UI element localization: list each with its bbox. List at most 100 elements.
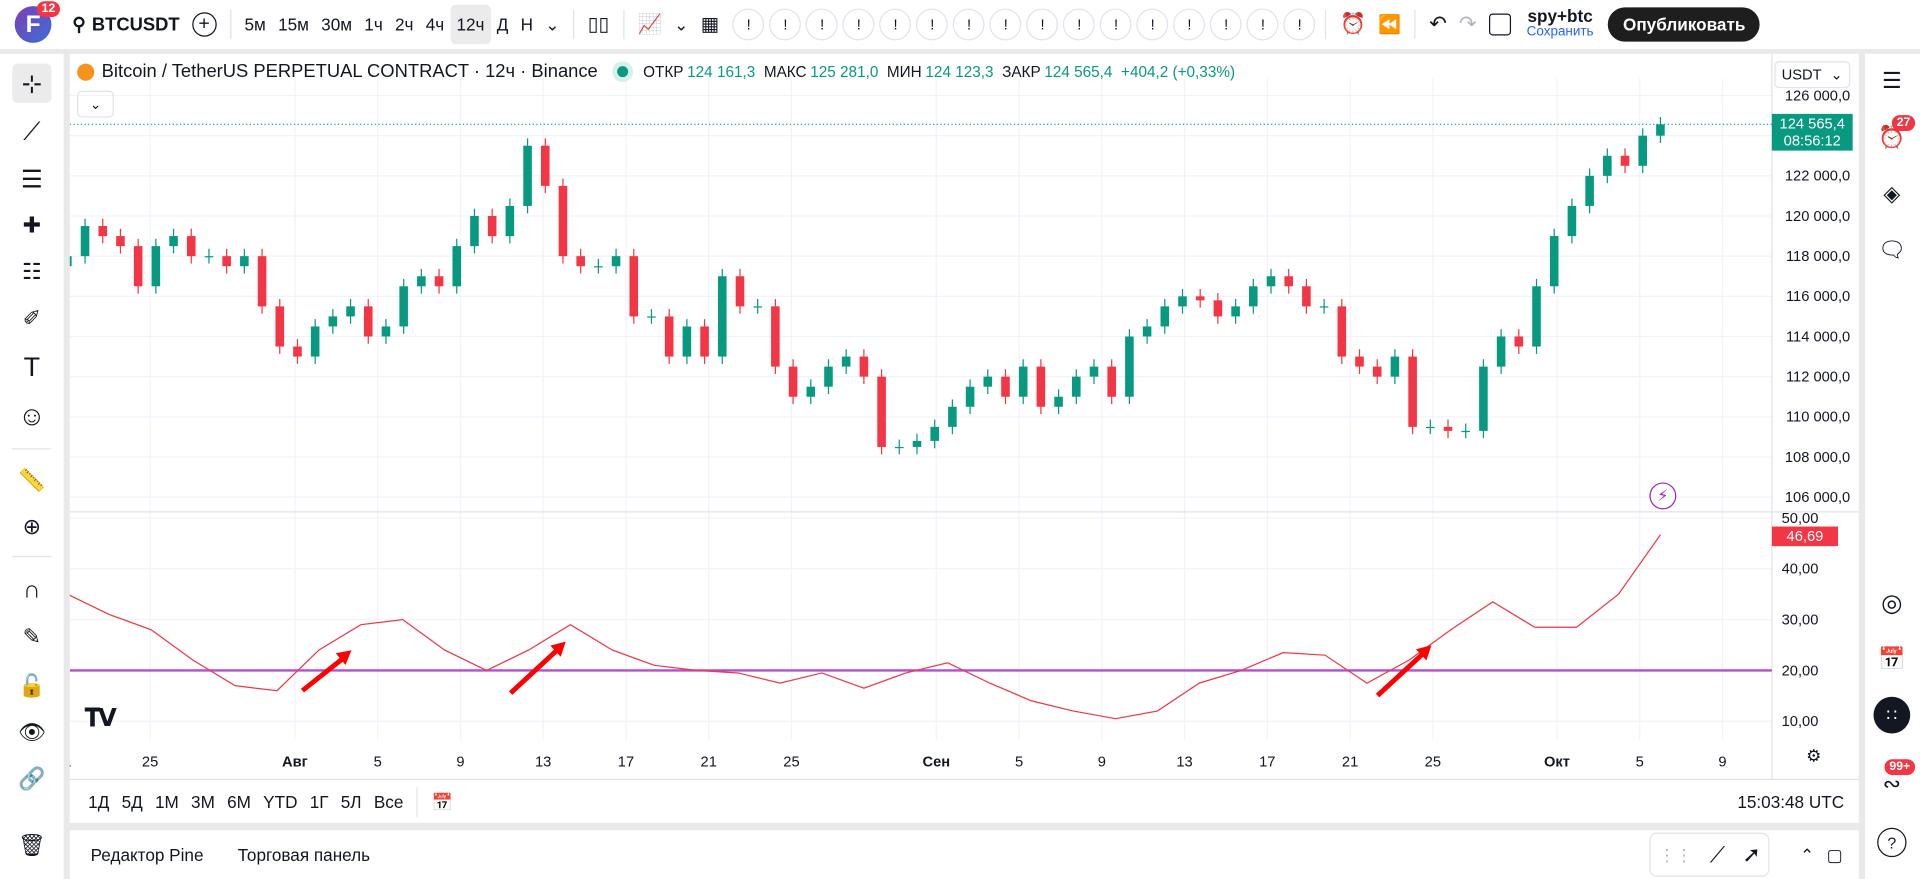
help-button[interactable]: ? bbox=[1872, 823, 1911, 862]
tab-trading-panel[interactable]: Торговая панель bbox=[232, 835, 377, 874]
chart-type-button[interactable]: ▯▯ bbox=[582, 5, 616, 44]
trendline-tool[interactable]: ⟋ bbox=[12, 113, 51, 152]
indicator-alert-icon[interactable]: ! bbox=[953, 8, 985, 41]
candle-body bbox=[98, 226, 108, 237]
x-axis-tick: 21 bbox=[1342, 755, 1358, 771]
indicator-alert-icon[interactable]: ! bbox=[842, 8, 875, 41]
save-link[interactable]: Сохранить bbox=[1527, 24, 1594, 40]
indicator-alert-icon[interactable]: ! bbox=[806, 8, 839, 41]
text-tool[interactable]: T bbox=[12, 348, 51, 387]
interval-7[interactable]: Д bbox=[491, 5, 515, 44]
indicator-alert-icon[interactable]: ! bbox=[1136, 8, 1169, 41]
news-button[interactable]: ∾ 99+ bbox=[1872, 759, 1916, 803]
indicator-alert-icon[interactable]: ! bbox=[1247, 8, 1279, 41]
range-2[interactable]: 1М bbox=[149, 782, 185, 821]
tradingview-logo[interactable]: 𝐓𝗩 bbox=[84, 703, 116, 734]
symbol-search[interactable]: ⚲ BTCUSDT bbox=[66, 5, 186, 44]
range-0[interactable]: 1Д bbox=[82, 782, 115, 821]
magnet-tool[interactable]: ∩ bbox=[12, 571, 51, 610]
interval-8[interactable]: Н bbox=[514, 5, 539, 44]
pattern-tool[interactable]: ✚ bbox=[12, 206, 51, 245]
logo[interactable]: F 12 bbox=[14, 1, 61, 43]
market-status-icon[interactable] bbox=[617, 66, 629, 78]
crosshair-tool[interactable]: ⊹ bbox=[12, 63, 52, 103]
object-tree-button[interactable]: ◈ bbox=[1872, 174, 1911, 213]
hide-drawings-tool[interactable]: 👁 bbox=[12, 713, 51, 752]
range-5[interactable]: YTD bbox=[257, 782, 304, 821]
indicator-alert-icon[interactable]: ! bbox=[879, 8, 912, 41]
layout-button[interactable] bbox=[1483, 5, 1517, 44]
redo-icon: ↷ bbox=[1458, 12, 1477, 36]
tab-pine-editor[interactable]: Редактор Pine bbox=[84, 835, 209, 874]
indicator-alert-icon[interactable]: ! bbox=[769, 8, 802, 41]
delete-tool[interactable]: 🗑 bbox=[12, 825, 51, 864]
zoom-tool[interactable]: ⊕ bbox=[12, 507, 51, 546]
interval-2[interactable]: 30м bbox=[315, 5, 358, 44]
lightning-icon[interactable]: ⚡︎ bbox=[1649, 482, 1677, 510]
date-range-button[interactable]: 📅 bbox=[425, 782, 459, 821]
ideas-button[interactable]: ◎ bbox=[1872, 583, 1911, 622]
lock-drawings-tool[interactable]: ✎ bbox=[12, 617, 51, 656]
drawing-quick-toolbar: ⋮⋮ ⟋ ➚ bbox=[1649, 832, 1770, 877]
brush-tool[interactable]: ✐ bbox=[12, 299, 51, 338]
interval-1[interactable]: 15м bbox=[272, 5, 315, 44]
drag-handle-icon[interactable]: ⋮⋮ bbox=[1658, 844, 1692, 865]
products-button[interactable]: ∷ bbox=[1872, 696, 1911, 735]
indicator-axis-tick: 50,00 bbox=[1782, 511, 1819, 527]
indicator-alert-icon[interactable]: ! bbox=[916, 8, 949, 41]
range-6[interactable]: 1Г bbox=[304, 782, 335, 821]
clock[interactable]: 15:03:48 UTC bbox=[1737, 792, 1844, 812]
layout-name[interactable]: spy+btc Сохранить bbox=[1527, 7, 1594, 41]
indicator-alert-icon[interactable]: ! bbox=[1063, 8, 1096, 41]
fib-tool[interactable]: ☰ bbox=[12, 159, 51, 198]
chats-button[interactable]: 🗨 bbox=[1872, 230, 1911, 269]
ray-icon[interactable]: ➚ bbox=[1742, 842, 1760, 868]
calendar-button[interactable]: 📅 bbox=[1872, 639, 1911, 678]
range-4[interactable]: 6М bbox=[221, 782, 257, 821]
chart-settings-button[interactable]: ⚙ bbox=[1806, 746, 1821, 767]
maximize-panel-button[interactable]: ▢ bbox=[1821, 835, 1849, 874]
interval-dropdown[interactable]: ⌄ bbox=[539, 5, 566, 44]
undo-button[interactable]: ↶ bbox=[1423, 5, 1453, 44]
indicator-alert-icon[interactable]: ! bbox=[1283, 8, 1316, 41]
candle-body bbox=[1036, 366, 1046, 407]
alerts-button[interactable]: ⏰ 27 bbox=[1872, 115, 1916, 157]
interval-6[interactable]: 12ч bbox=[450, 4, 491, 45]
collapse-panel-button[interactable]: ⌃ bbox=[1794, 835, 1821, 874]
indicator-alert-icon[interactable]: ! bbox=[1210, 8, 1243, 41]
indicator-alert-icon[interactable]: ! bbox=[732, 8, 765, 41]
chart-panel[interactable]: 1 25 Авг 5 9 13 17 21 25 Сен 5 9 13 17 21 25 Окт 5 9 126 00… bbox=[63, 53, 1859, 823]
currency-select[interactable]: USDT ⌄ bbox=[1774, 61, 1851, 89]
measure-tool[interactable]: 📏 bbox=[12, 460, 51, 499]
range-1[interactable]: 5Д bbox=[115, 782, 148, 821]
interval-5[interactable]: 4ч bbox=[420, 5, 451, 44]
indicator-alert-icon[interactable]: ! bbox=[1173, 8, 1206, 41]
indicator-alert-icon[interactable]: ! bbox=[1026, 8, 1059, 41]
chart-canvas[interactable]: 1 25 Авг 5 9 13 17 21 25 Сен 5 9 13 17 21 25 Окт 5 9 126 00… bbox=[63, 53, 1859, 823]
alert-button[interactable]: ⏰ bbox=[1334, 5, 1372, 44]
prediction-tool[interactable]: ☷ bbox=[12, 252, 51, 291]
range-7[interactable]: 5Л bbox=[335, 782, 368, 821]
symbol-title[interactable]: Bitcoin / TetherUS PERPETUAL CONTRACT · … bbox=[102, 61, 598, 82]
grid-icon: ▦ bbox=[700, 14, 720, 36]
replay-button[interactable]: ⏪ bbox=[1372, 5, 1407, 44]
watchlist-button[interactable]: ☰ bbox=[1872, 61, 1911, 100]
indicators-button[interactable]: 📈 bbox=[631, 5, 668, 44]
compare-button[interactable]: + bbox=[186, 5, 223, 44]
indicator-alert-icon[interactable]: ! bbox=[1100, 8, 1132, 41]
interval-0[interactable]: 5м bbox=[238, 5, 272, 44]
link-tool[interactable]: 🔗 bbox=[12, 759, 51, 798]
lock-all-tool[interactable]: 🔓 bbox=[12, 666, 51, 705]
legend-collapse-button[interactable]: ⌄ bbox=[77, 90, 114, 118]
indicator-alert-icon[interactable]: ! bbox=[989, 8, 1022, 41]
range-3[interactable]: 3М bbox=[185, 782, 221, 821]
emoji-tool[interactable]: ☺ bbox=[12, 397, 51, 436]
interval-3[interactable]: 1ч bbox=[358, 5, 389, 44]
interval-4[interactable]: 2ч bbox=[389, 5, 420, 44]
trendline-icon[interactable]: ⟋ bbox=[1710, 842, 1725, 868]
redo-button[interactable]: ↷ bbox=[1453, 5, 1483, 44]
range-8[interactable]: Все bbox=[368, 782, 410, 821]
templates-button[interactable]: ▦ bbox=[695, 5, 726, 44]
indicators-dropdown[interactable]: ⌄ bbox=[668, 5, 695, 44]
publish-button[interactable]: Опубликовать bbox=[1608, 7, 1761, 42]
